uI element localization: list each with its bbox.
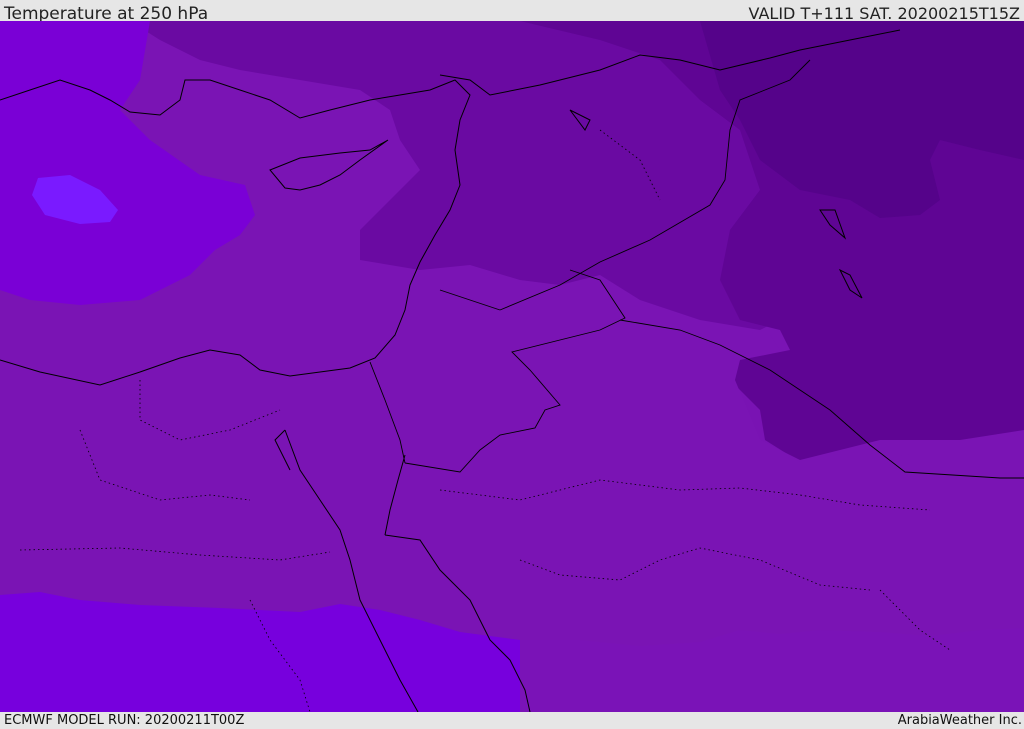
footer-bar: ECMWF MODEL RUN: 20200211T00Z ArabiaWeat… [0,712,1024,729]
model-run-label: ECMWF MODEL RUN: 20200211T00Z [4,713,245,728]
credit-label: ArabiaWeather Inc. [897,713,1022,728]
temperature-map[interactable] [0,21,1024,712]
header-bar: Temperature at 250 hPa VALID T+111 SAT. … [0,0,1024,24]
